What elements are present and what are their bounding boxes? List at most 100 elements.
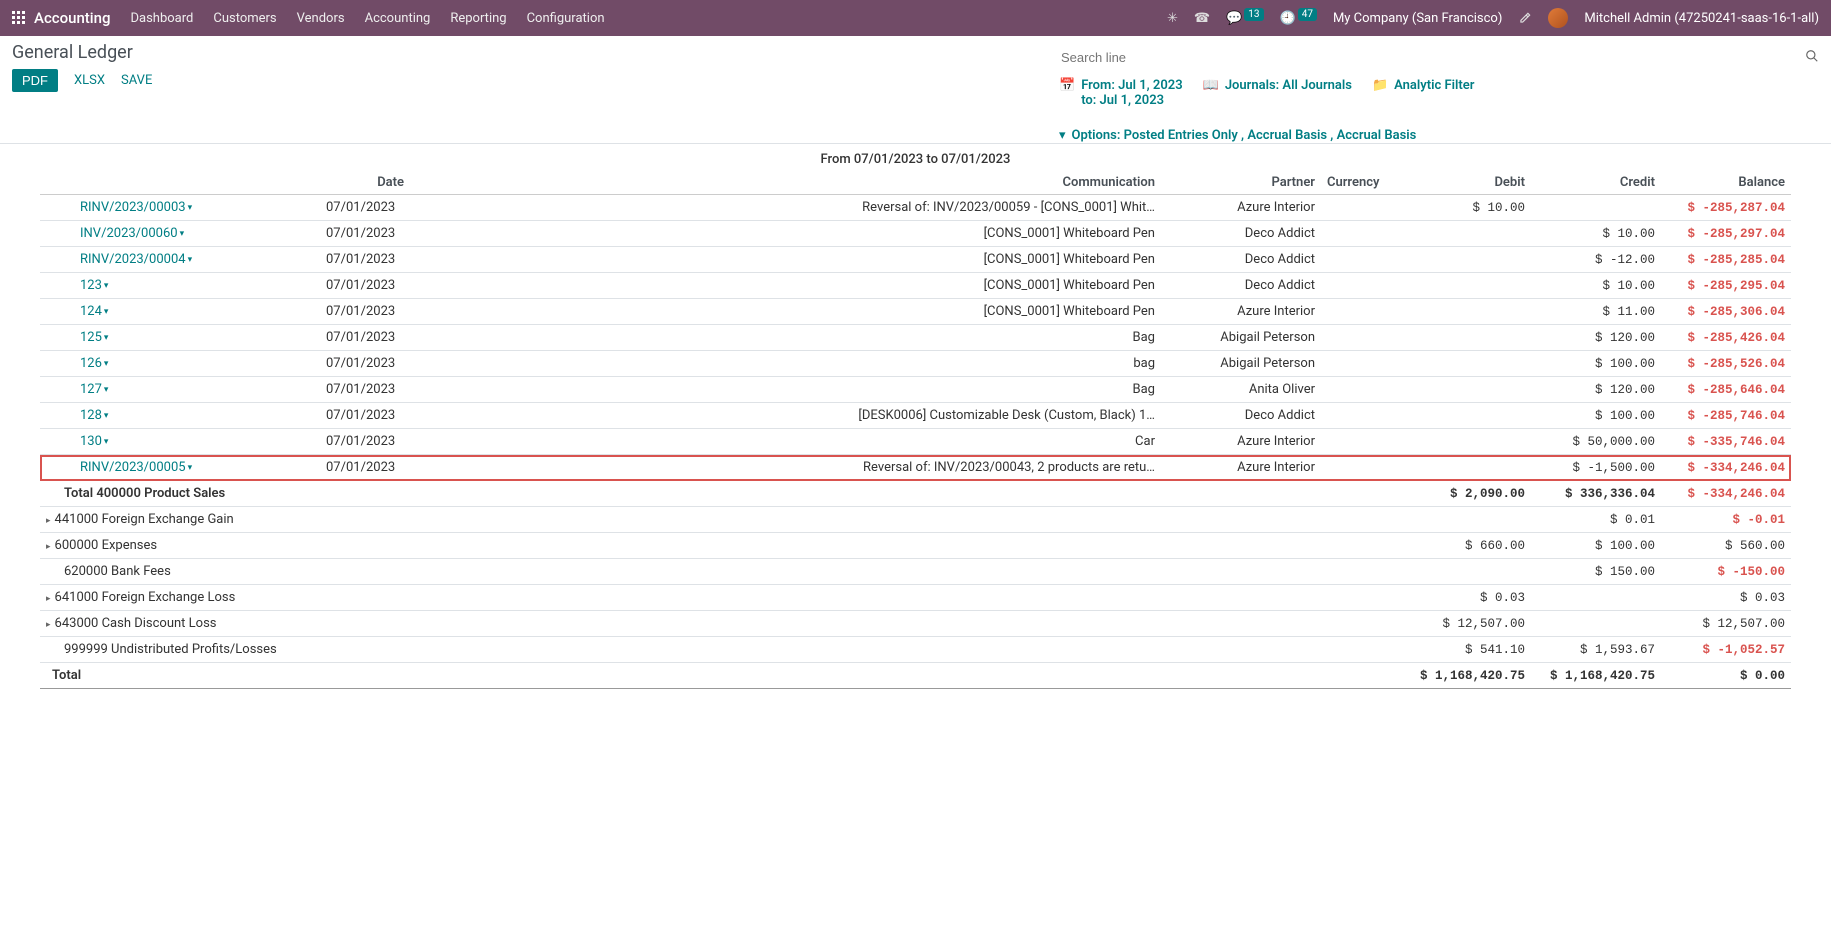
avatar[interactable] xyxy=(1548,8,1568,28)
entry-link[interactable]: 126 ▾ xyxy=(80,356,108,371)
ledger-line[interactable]: 128 ▾07/01/2023[DESK0006] Customizable D… xyxy=(40,403,1791,429)
cell-balance: $ -285,746.04 xyxy=(1661,403,1791,429)
subtotal-balance: $ -334,246.04 xyxy=(1661,481,1791,507)
cell-balance: $ -285,297.04 xyxy=(1661,221,1791,247)
ledger-line[interactable]: 123 ▾07/01/2023[CONS_0001] Whiteboard Pe… xyxy=(40,273,1791,299)
c xyxy=(320,559,410,585)
top-navbar: Accounting Dashboard Customers Vendors Acco… xyxy=(0,0,1831,36)
xlsx-button[interactable]: XLSX xyxy=(74,73,105,88)
cell-balance: $ -285,285.04 xyxy=(1661,247,1791,273)
entry-link[interactable]: 127 ▾ xyxy=(80,382,108,397)
menu-vendors[interactable]: Vendors xyxy=(297,11,345,26)
entry-link[interactable]: RINV/2023/00003 ▾ xyxy=(80,200,192,215)
acct-credit: $ 0.01 xyxy=(1531,507,1661,533)
account-row[interactable]: ▸600000 Expenses$ 660.00$ 100.00$ 560.00 xyxy=(40,533,1791,559)
ledger-line[interactable]: RINV/2023/00003 ▾07/01/2023Reversal of: … xyxy=(40,195,1791,221)
menu-dashboard[interactable]: Dashboard xyxy=(130,11,193,26)
cell-comm: [CONS_0001] Whiteboard Pen xyxy=(410,221,1161,247)
expand-icon[interactable]: ▸ xyxy=(46,620,51,630)
cell-date: 07/01/2023 xyxy=(320,247,410,273)
subtotal-row: Total 400000 Product Sales$ 2,090.00$ 33… xyxy=(40,481,1791,507)
search-icon[interactable] xyxy=(1805,49,1819,67)
ledger-line[interactable]: 124 ▾07/01/2023[CONS_0001] Whiteboard Pe… xyxy=(40,299,1791,325)
save-button[interactable]: SAVE xyxy=(121,73,152,88)
ledger-line[interactable]: 130 ▾07/01/2023CarAzure Interior$ 50,000… xyxy=(40,429,1791,455)
date-filter[interactable]: 📅 From: Jul 1, 2023to: Jul 1, 2023 xyxy=(1059,78,1183,108)
account-row[interactable]: 620000 Bank Fees$ 150.00$ -150.00 xyxy=(40,559,1791,585)
expand-icon[interactable]: ▸ xyxy=(46,516,51,526)
total-debit: $ 1,168,420.75 xyxy=(1411,663,1531,689)
c xyxy=(410,559,1161,585)
c xyxy=(320,481,410,507)
subtotal-label: Total 400000 Product Sales xyxy=(40,481,320,507)
entry-link[interactable]: INV/2023/00060 ▾ xyxy=(80,226,184,241)
c xyxy=(1321,507,1411,533)
app-brand[interactable]: Accounting xyxy=(34,9,110,27)
entry-link[interactable]: 125 ▾ xyxy=(80,330,108,345)
cell-partner: Deco Addict xyxy=(1161,247,1321,273)
acct-balance: $ -150.00 xyxy=(1661,559,1791,585)
cell-currency xyxy=(1321,429,1411,455)
c xyxy=(1161,533,1321,559)
ledger-line[interactable]: RINV/2023/00004 ▾07/01/2023[CONS_0001] W… xyxy=(40,247,1791,273)
cell-currency xyxy=(1321,299,1411,325)
entry-link[interactable]: 123 ▾ xyxy=(80,278,108,293)
account-row[interactable]: ▸641000 Foreign Exchange Loss$ 0.03$ 0.0… xyxy=(40,585,1791,611)
cell-credit: $ 120.00 xyxy=(1531,377,1661,403)
entry-link[interactable]: RINV/2023/00004 ▾ xyxy=(80,252,192,267)
entry-link[interactable]: RINV/2023/00005 ▾ xyxy=(80,460,192,475)
account-row[interactable]: 999999 Undistributed Profits/Losses$ 541… xyxy=(40,637,1791,663)
journals-filter[interactable]: 📖 Journals: All Journals xyxy=(1203,78,1352,108)
menu-configuration[interactable]: Configuration xyxy=(527,11,605,26)
entry-link[interactable]: 124 ▾ xyxy=(80,304,108,319)
report-period: From 07/01/2023 to 07/01/2023 xyxy=(40,144,1791,171)
cell-date: 07/01/2023 xyxy=(320,429,410,455)
expand-icon[interactable]: ▸ xyxy=(46,542,51,552)
c xyxy=(320,585,410,611)
ledger-line[interactable]: 125 ▾07/01/2023BagAbigail Peterson$ 120.… xyxy=(40,325,1791,351)
cell-debit xyxy=(1411,455,1531,481)
options-filter[interactable]: ▾ Options: Posted Entries Only , Accrual… xyxy=(1059,128,1416,143)
cell-date: 07/01/2023 xyxy=(320,351,410,377)
cell-date: 07/01/2023 xyxy=(320,195,410,221)
cell-date: 07/01/2023 xyxy=(320,403,410,429)
cell-credit: $ 50,000.00 xyxy=(1531,429,1661,455)
cell-comm: [CONS_0001] Whiteboard Pen xyxy=(410,299,1161,325)
acct-credit xyxy=(1531,585,1661,611)
user-menu[interactable]: Mitchell Admin (47250241-saas-16-1-all) xyxy=(1584,11,1819,26)
menu-accounting[interactable]: Accounting xyxy=(365,11,431,26)
support-icon[interactable]: ☎ xyxy=(1194,11,1210,26)
acct-credit: $ 1,593.67 xyxy=(1531,637,1661,663)
pdf-button[interactable]: PDF xyxy=(12,69,58,92)
c xyxy=(320,663,410,689)
ledger-line[interactable]: RINV/2023/00005 ▾07/01/2023Reversal of: … xyxy=(40,455,1791,481)
expand-icon[interactable]: ▸ xyxy=(46,594,51,604)
tools-icon[interactable] xyxy=(1518,11,1532,25)
c xyxy=(1321,559,1411,585)
cell-balance: $ -334,246.04 xyxy=(1661,455,1791,481)
c xyxy=(1321,585,1411,611)
ledger-line[interactable]: INV/2023/00060 ▾07/01/2023[CONS_0001] Wh… xyxy=(40,221,1791,247)
search-input[interactable] xyxy=(1059,46,1805,69)
analytic-filter[interactable]: 📁 Analytic Filter xyxy=(1372,78,1474,108)
cell-partner: Abigail Peterson xyxy=(1161,351,1321,377)
ledger-line[interactable]: 127 ▾07/01/2023BagAnita Oliver$ 120.00$ … xyxy=(40,377,1791,403)
ledger-line[interactable]: 126 ▾07/01/2023bagAbigail Peterson$ 100.… xyxy=(40,351,1791,377)
account-row[interactable]: ▸441000 Foreign Exchange Gain$ 0.01$ -0.… xyxy=(40,507,1791,533)
account-row[interactable]: ▸643000 Cash Discount Loss$ 12,507.00$ 1… xyxy=(40,611,1791,637)
company-switcher[interactable]: My Company (San Francisco) xyxy=(1333,11,1502,26)
menu-reporting[interactable]: Reporting xyxy=(450,11,506,26)
c xyxy=(410,507,1161,533)
entry-link[interactable]: 128 ▾ xyxy=(80,408,108,423)
activities-icon[interactable]: 🕘47 xyxy=(1280,11,1317,26)
cell-partner: Deco Addict xyxy=(1161,403,1321,429)
entry-link[interactable]: 130 ▾ xyxy=(80,434,108,449)
caret-down-icon: ▾ xyxy=(188,463,193,473)
apps-icon[interactable] xyxy=(12,11,26,25)
caret-down-icon: ▾ xyxy=(104,411,109,421)
acct-debit: $ 541.10 xyxy=(1411,637,1531,663)
col-balance: Balance xyxy=(1661,171,1791,195)
debug-icon[interactable]: ✳ xyxy=(1167,11,1178,26)
messages-icon[interactable]: 💬13 xyxy=(1226,11,1263,26)
menu-customers[interactable]: Customers xyxy=(213,11,276,26)
